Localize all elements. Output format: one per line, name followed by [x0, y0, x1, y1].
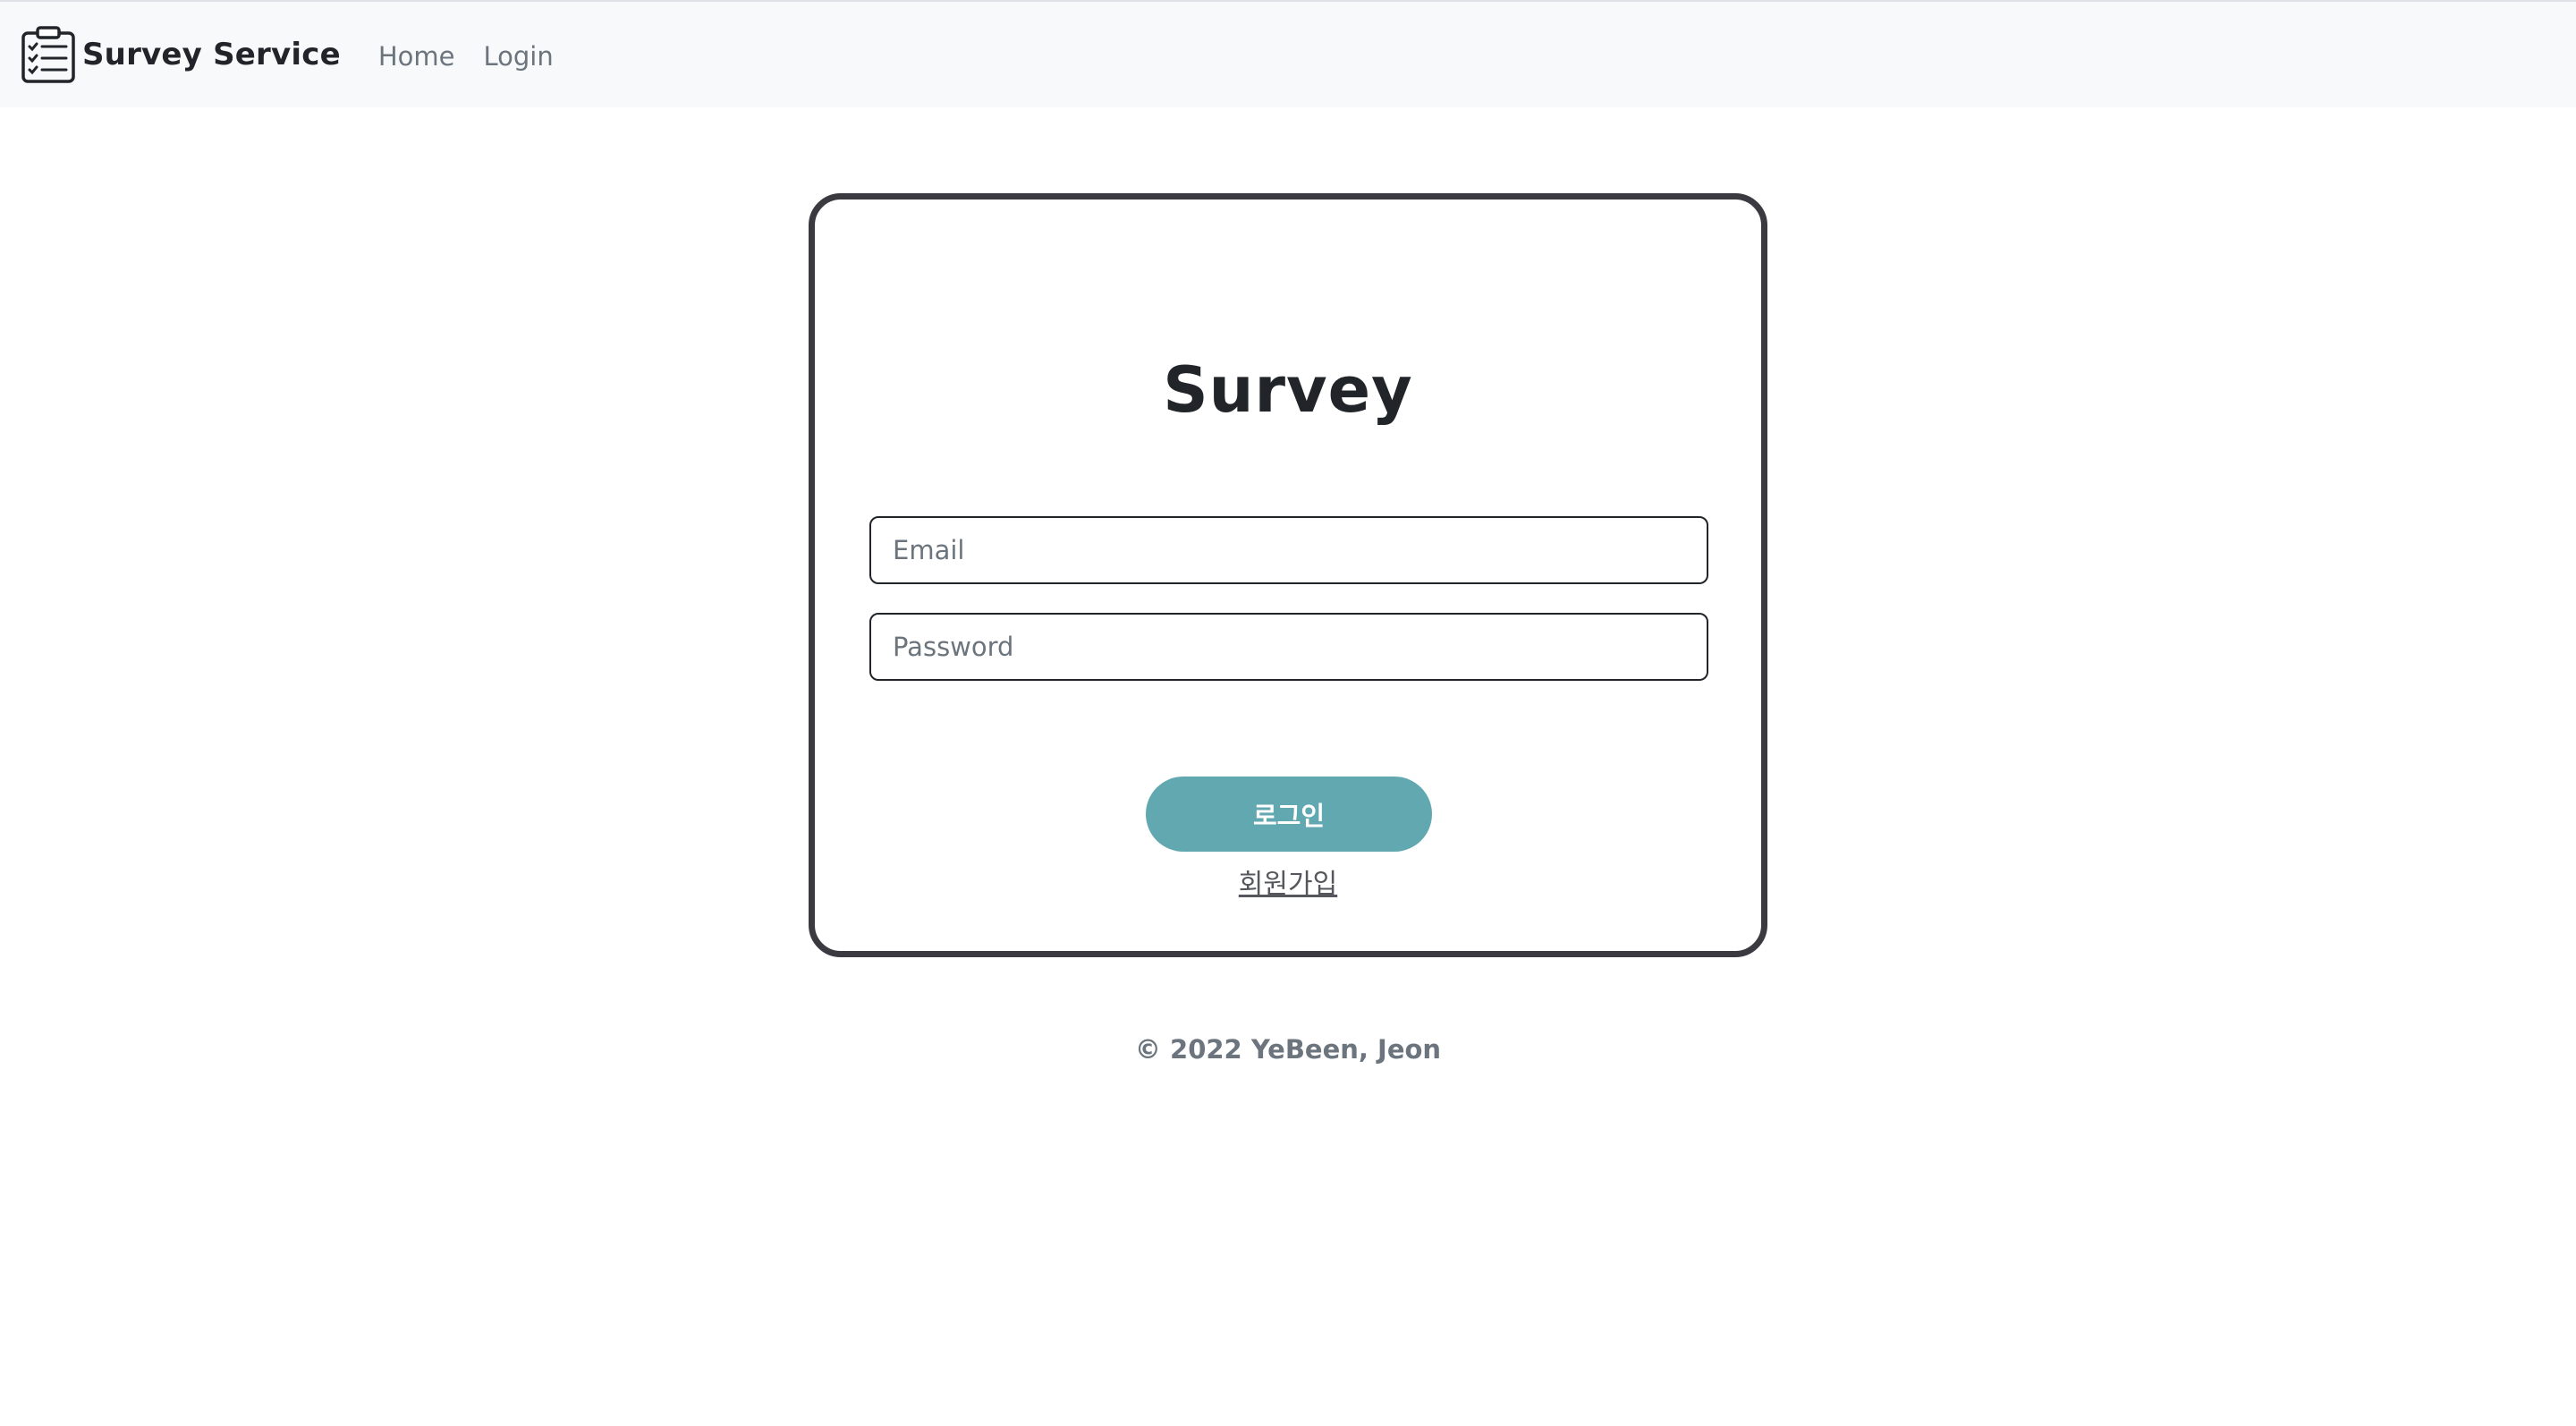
nav-link-login[interactable]: Login — [483, 41, 553, 72]
login-card: Survey 로그인 회원가입 — [809, 193, 1767, 957]
email-input[interactable] — [869, 516, 1708, 584]
brand-name: Survey Service — [82, 37, 341, 72]
brand-link[interactable]: Survey Service — [20, 25, 341, 84]
footer-copyright: © 2022 YeBeen, Jeon — [1134, 1034, 1442, 1065]
navbar: Survey Service Home Login — [0, 0, 2576, 107]
password-input[interactable] — [869, 613, 1708, 681]
nav-link-home[interactable]: Home — [378, 41, 455, 72]
signup-link[interactable]: 회원가입 — [815, 862, 1761, 901]
clipboard-checklist-icon — [20, 25, 77, 84]
login-button[interactable]: 로그인 — [1146, 777, 1432, 852]
card-title: Survey — [1163, 353, 1413, 427]
